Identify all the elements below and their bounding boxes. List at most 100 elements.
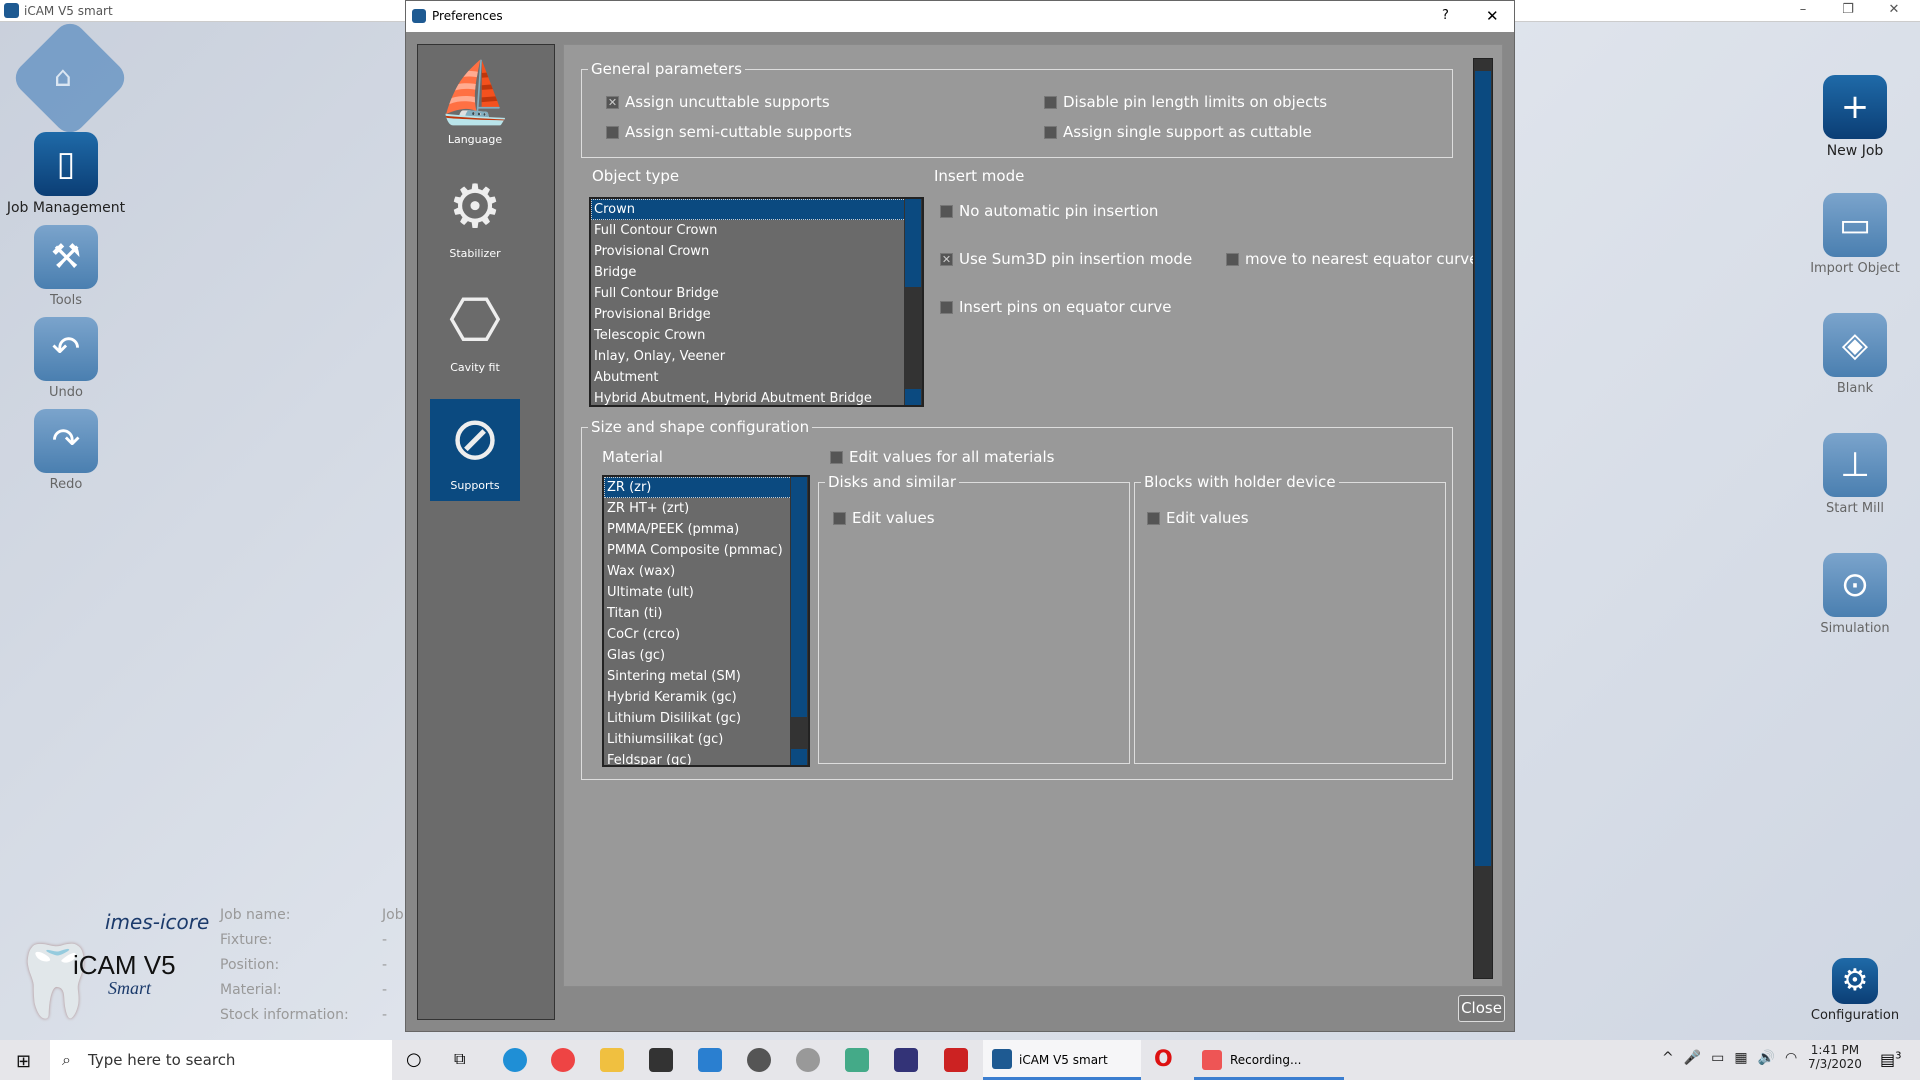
taskbar-app-recording[interactable]: Recording... xyxy=(1194,1040,1344,1080)
list-item[interactable]: Wax (wax) xyxy=(604,561,808,582)
list-item[interactable]: Lithium Disilikat (gc) xyxy=(604,708,808,729)
info-label: Position: xyxy=(220,957,280,973)
list-item[interactable]: Sintering metal (SM) xyxy=(604,666,808,687)
label: Import Object xyxy=(1810,261,1900,276)
label: Disable pin length limits on objects xyxy=(1063,93,1328,111)
start-mill-button[interactable]: ⊥ Start Mill xyxy=(1790,433,1920,516)
list-item[interactable]: Glas (gc) xyxy=(604,645,808,666)
app-icon[interactable] xyxy=(894,1048,918,1072)
store-icon[interactable] xyxy=(649,1048,673,1072)
list-item[interactable]: Inlay, Onlay, Veener xyxy=(591,346,922,367)
list-item[interactable]: Bridge xyxy=(591,262,922,283)
task-view-icon[interactable]: ⧉ xyxy=(454,1049,465,1069)
dialog-title: Preferences xyxy=(432,9,503,23)
list-item[interactable]: CoCr (crco) xyxy=(604,624,808,645)
help-button[interactable]: ? xyxy=(1442,1,1449,31)
scroll-thumb[interactable] xyxy=(905,199,921,287)
blank-icon: ◈ xyxy=(1823,313,1887,377)
redo-button[interactable]: ↷ Redo xyxy=(1,409,131,492)
list-item[interactable]: Full Contour Bridge xyxy=(591,283,922,304)
scroll-down-button[interactable] xyxy=(905,389,921,405)
list-item[interactable]: Abutment xyxy=(591,367,922,388)
minimize-button[interactable]: – xyxy=(1783,0,1823,20)
app-icon[interactable] xyxy=(845,1048,869,1072)
list-item[interactable]: ZR (zr) xyxy=(604,477,808,498)
job-management-button[interactable]: ▯ Job Management xyxy=(1,132,131,216)
taskbar-app-icam[interactable]: iCAM V5 smart xyxy=(983,1040,1141,1080)
gear-icon: ⚙ xyxy=(1832,958,1878,1004)
windows-start-icon[interactable]: ⊞ xyxy=(16,1051,31,1072)
list-item[interactable]: Hybrid Abutment, Hybrid Abutment Bridge xyxy=(591,388,922,405)
notifications-icon[interactable]: ▤3 xyxy=(1880,1050,1902,1069)
nav-cavity-fit[interactable]: ⎔ Cavity fit xyxy=(430,281,520,391)
nav-supports[interactable]: ⊘ Supports xyxy=(430,399,520,501)
close-app-button[interactable]: ✕ xyxy=(1874,0,1914,20)
nearest-equator-checkbox[interactable]: move to nearest equator curve xyxy=(1226,250,1478,268)
disks-group: Disks and similar Edit values xyxy=(818,473,1130,764)
mail-icon[interactable] xyxy=(698,1048,722,1072)
scroll-down-button[interactable] xyxy=(791,749,807,765)
assign-semi-cuttable-checkbox[interactable]: Assign semi-cuttable supports xyxy=(606,123,852,141)
app-icon[interactable] xyxy=(747,1048,771,1072)
label: Edit values xyxy=(1166,509,1249,527)
list-item[interactable]: Provisional Bridge xyxy=(591,304,922,325)
chrome-icon[interactable] xyxy=(551,1048,575,1072)
label: Job Management xyxy=(6,200,126,216)
home-icon[interactable]: ⌂ xyxy=(54,60,72,93)
list-item[interactable]: PMMA Composite (pmmac) xyxy=(604,540,808,561)
edge-icon[interactable] xyxy=(503,1048,527,1072)
clock[interactable]: 1:41 PM 7/3/2020 xyxy=(1808,1043,1862,1071)
system-tray-icons[interactable]: ^🎤▭▦🔊◠ xyxy=(1662,1050,1807,1066)
list-item[interactable]: Titan (ti) xyxy=(604,603,808,624)
panel-scrollbar[interactable] xyxy=(1473,58,1493,979)
group-title: Blocks with holder device xyxy=(1141,473,1339,491)
list-item[interactable]: Hybrid Keramik (gc) xyxy=(604,687,808,708)
disks-edit-values-checkbox[interactable]: Edit values xyxy=(833,509,935,527)
list-item[interactable]: Ultimate (ult) xyxy=(604,582,808,603)
new-job-button[interactable]: + New Job xyxy=(1790,75,1920,159)
object-list-scrollbar[interactable] xyxy=(904,199,922,405)
material-list[interactable]: ZR (zr) ZR HT+ (zrt) PMMA/PEEK (pmma) PMMA … xyxy=(602,475,810,767)
list-item[interactable]: PMMA/PEEK (pmma) xyxy=(604,519,808,540)
taskbar-search[interactable]: ⌕ Type here to search xyxy=(50,1040,392,1080)
configuration-button[interactable]: ⚙ Configuration xyxy=(1790,958,1920,1023)
list-item[interactable]: Feldspar (gc) xyxy=(604,750,808,765)
list-item[interactable]: ZR HT+ (zrt) xyxy=(604,498,808,519)
blank-button[interactable]: ◈ Blank xyxy=(1790,313,1920,396)
nav-language[interactable]: ⛵ Language xyxy=(430,53,520,163)
list-item[interactable]: Crown xyxy=(591,199,922,220)
object-type-list[interactable]: Crown Full Contour Crown Provisional Crown… xyxy=(589,197,924,407)
list-item[interactable]: Full Contour Crown xyxy=(591,220,922,241)
assign-uncuttable-checkbox[interactable]: ✕ Assign uncuttable supports xyxy=(606,93,830,111)
insert-pins-equator-checkbox[interactable]: Insert pins on equator curve xyxy=(940,298,1172,316)
sum3d-pin-insertion-checkbox[interactable]: ✕ Use Sum3D pin insertion mode xyxy=(940,250,1192,268)
close-button[interactable]: Close xyxy=(1458,995,1505,1022)
simulation-button[interactable]: ⊙ Simulation xyxy=(1790,553,1920,636)
assign-single-support-checkbox[interactable]: Assign single support as cuttable xyxy=(1044,123,1312,141)
list-item[interactable]: Provisional Crown xyxy=(591,241,922,262)
close-dialog-button[interactable]: ✕ xyxy=(1486,1,1499,31)
nav-stabilizer[interactable]: ⚙ Stabilizer xyxy=(430,167,520,277)
material-list-scrollbar[interactable] xyxy=(790,477,808,765)
undo-button[interactable]: ↶ Undo xyxy=(1,317,131,400)
folder-icon: ▯ xyxy=(34,132,98,196)
filezilla-icon[interactable] xyxy=(944,1048,968,1072)
file-explorer-icon[interactable] xyxy=(600,1048,624,1072)
scroll-thumb[interactable] xyxy=(791,477,807,717)
list-item[interactable]: Lithiumsilikat (gc) xyxy=(604,729,808,750)
label: Language xyxy=(447,133,503,146)
blocks-edit-values-checkbox[interactable]: Edit values xyxy=(1147,509,1249,527)
scroll-thumb[interactable] xyxy=(1475,71,1491,866)
no-automatic-pin-checkbox[interactable]: No automatic pin insertion xyxy=(940,202,1158,220)
cortana-icon[interactable]: ○ xyxy=(406,1049,422,1070)
tools-button[interactable]: ⚒ Tools xyxy=(1,225,131,308)
import-object-button[interactable]: ▭ Import Object xyxy=(1790,193,1920,276)
opera-icon[interactable]: O xyxy=(1154,1047,1173,1072)
disable-pin-length-checkbox[interactable]: Disable pin length limits on objects xyxy=(1044,93,1327,111)
label: Simulation xyxy=(1820,621,1890,636)
app-icon[interactable] xyxy=(796,1048,820,1072)
label: Use Sum3D pin insertion mode xyxy=(959,250,1193,268)
edit-all-materials-checkbox[interactable]: Edit values for all materials xyxy=(830,448,1054,466)
list-item[interactable]: Telescopic Crown xyxy=(591,325,922,346)
restore-button[interactable]: ❐ xyxy=(1828,0,1868,20)
